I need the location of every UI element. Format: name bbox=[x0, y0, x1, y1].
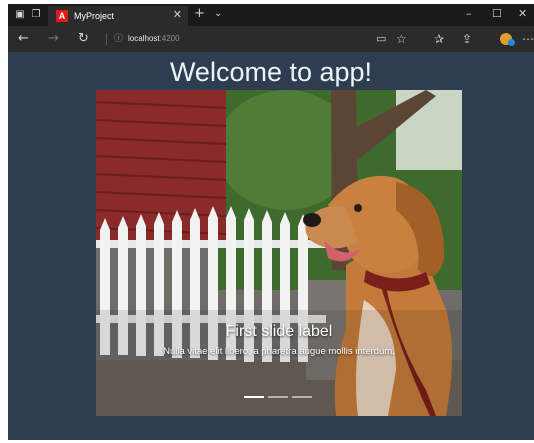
address-separator bbox=[106, 33, 107, 45]
reading-view-icon[interactable]: ▭ bbox=[376, 31, 386, 47]
maximize-button[interactable]: ☐ bbox=[492, 8, 502, 20]
tabs-icon[interactable]: ❐ bbox=[30, 9, 42, 21]
browser-window: ▣ ❐ A MyProject ✕ + ⌄ – ☐ ✕ ← → ↻ ⓘ loca… bbox=[8, 4, 534, 440]
carousel-next-control[interactable] bbox=[412, 90, 462, 416]
angular-favicon-icon: A bbox=[56, 10, 68, 22]
tab-myproject[interactable]: A MyProject ✕ bbox=[48, 6, 188, 26]
favorites-icon[interactable]: ✰ bbox=[434, 31, 444, 47]
slide-label: First slide label bbox=[225, 323, 333, 340]
carousel-indicator-1[interactable] bbox=[244, 396, 264, 398]
url-port: :4200 bbox=[159, 34, 180, 43]
carousel-indicator-2[interactable] bbox=[268, 396, 288, 398]
profile-badge bbox=[508, 39, 515, 46]
close-window-button[interactable]: ✕ bbox=[518, 8, 527, 20]
minimize-button[interactable]: – bbox=[466, 8, 472, 20]
url-field[interactable]: localhost:4200 bbox=[128, 33, 180, 45]
star-icon[interactable]: ☆ bbox=[396, 31, 407, 47]
url-host: localhost bbox=[128, 34, 160, 43]
tab-menu-chevron-icon[interactable]: ⌄ bbox=[214, 7, 222, 21]
carousel-indicator-3[interactable] bbox=[292, 396, 312, 398]
address-bar: ← → ↻ ⓘ localhost:4200 ▭ ☆ ✰ ⇪ ⋯ bbox=[8, 26, 534, 52]
new-tab-button[interactable]: + bbox=[194, 7, 205, 21]
more-icon[interactable]: ⋯ bbox=[522, 31, 534, 47]
refresh-icon[interactable]: ↻ bbox=[78, 31, 89, 47]
window-icon[interactable]: ▣ bbox=[14, 9, 26, 21]
info-icon[interactable]: ⓘ bbox=[114, 32, 123, 46]
slide-description: Nulla vitae elit libero, a pharetra augu… bbox=[163, 346, 395, 357]
carousel-prev-control[interactable] bbox=[96, 90, 146, 416]
page-title: Welcome to app! bbox=[169, 57, 373, 87]
browser-titlebar: ▣ ❐ A MyProject ✕ + ⌄ – ☐ ✕ bbox=[8, 4, 534, 26]
share-icon[interactable]: ⇪ bbox=[462, 31, 472, 47]
image-carousel[interactable]: First slide label Nulla vitae elit liber… bbox=[96, 90, 462, 416]
slide-image bbox=[96, 90, 462, 416]
forward-arrow-icon[interactable]: → bbox=[48, 31, 59, 47]
tab-close-icon[interactable]: ✕ bbox=[173, 9, 182, 21]
carousel-caption: First slide label Nulla vitae elit liber… bbox=[96, 322, 462, 358]
back-arrow-icon[interactable]: ← bbox=[18, 31, 29, 47]
tab-title: MyProject bbox=[74, 11, 115, 21]
